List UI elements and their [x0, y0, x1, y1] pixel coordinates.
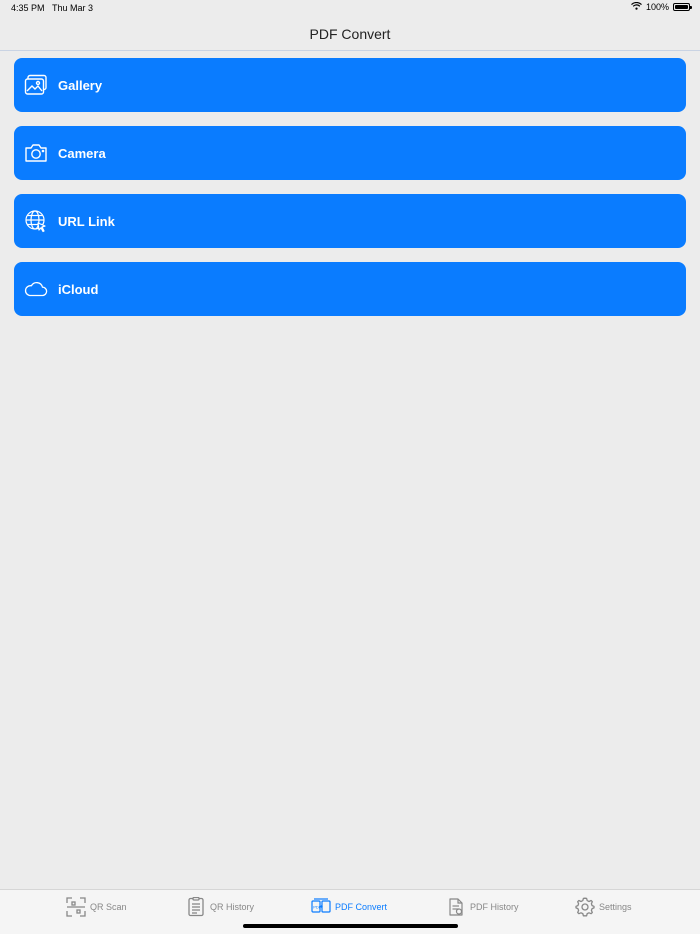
status-indicators: 100% [631, 1, 692, 12]
status-date: Thu Mar 3 [52, 3, 94, 13]
tab-label: QR Scan [90, 902, 127, 912]
camera-button[interactable]: Camera [14, 126, 686, 180]
url-link-label: URL Link [58, 213, 115, 229]
tab-label: QR History [210, 902, 255, 912]
gallery-label: Gallery [58, 77, 103, 93]
icloud-icon [24, 277, 48, 301]
tab-bar: QR Scan QR History PDF PDF Convert PDF H… [0, 889, 700, 934]
tab-pdf-convert[interactable]: PDF PDF Convert [311, 897, 387, 917]
page-title: PDF Convert [309, 26, 391, 42]
tab-settings[interactable]: Settings [575, 897, 632, 917]
pdf-history-icon [446, 897, 466, 917]
tab-pdf-history[interactable]: PDF History [446, 897, 519, 917]
battery-percent: 100% [645, 2, 669, 12]
svg-text:PDF: PDF [313, 905, 322, 910]
icloud-button[interactable]: iCloud [14, 262, 686, 316]
status-time: 4:35 PM [11, 3, 45, 13]
wifi-icon [631, 1, 642, 12]
qr-scan-icon [66, 897, 86, 917]
tab-label: PDF History [470, 902, 519, 912]
icloud-label: iCloud [58, 281, 99, 297]
url-link-icon [24, 209, 48, 233]
camera-label: Camera [58, 145, 106, 161]
battery-icon [673, 3, 692, 11]
tab-label: PDF Convert [335, 902, 388, 912]
gallery-button[interactable]: Gallery [14, 58, 686, 112]
tab-label: Settings [599, 902, 632, 912]
source-list: Gallery Camera URL Link iCloud [14, 58, 686, 330]
navigation-bar: PDF Convert [0, 18, 700, 51]
tab-qr-scan[interactable]: QR Scan [66, 897, 127, 917]
gallery-icon [24, 73, 48, 97]
settings-icon [575, 897, 595, 917]
qr-history-icon [186, 897, 206, 917]
home-indicator [243, 924, 458, 928]
pdf-convert-icon: PDF [311, 897, 331, 917]
tab-qr-history[interactable]: QR History [186, 897, 254, 917]
url-link-button[interactable]: URL Link [14, 194, 686, 248]
camera-icon [24, 141, 48, 165]
status-bar: 4:35 PM Thu Mar 3 100% [0, 0, 700, 18]
